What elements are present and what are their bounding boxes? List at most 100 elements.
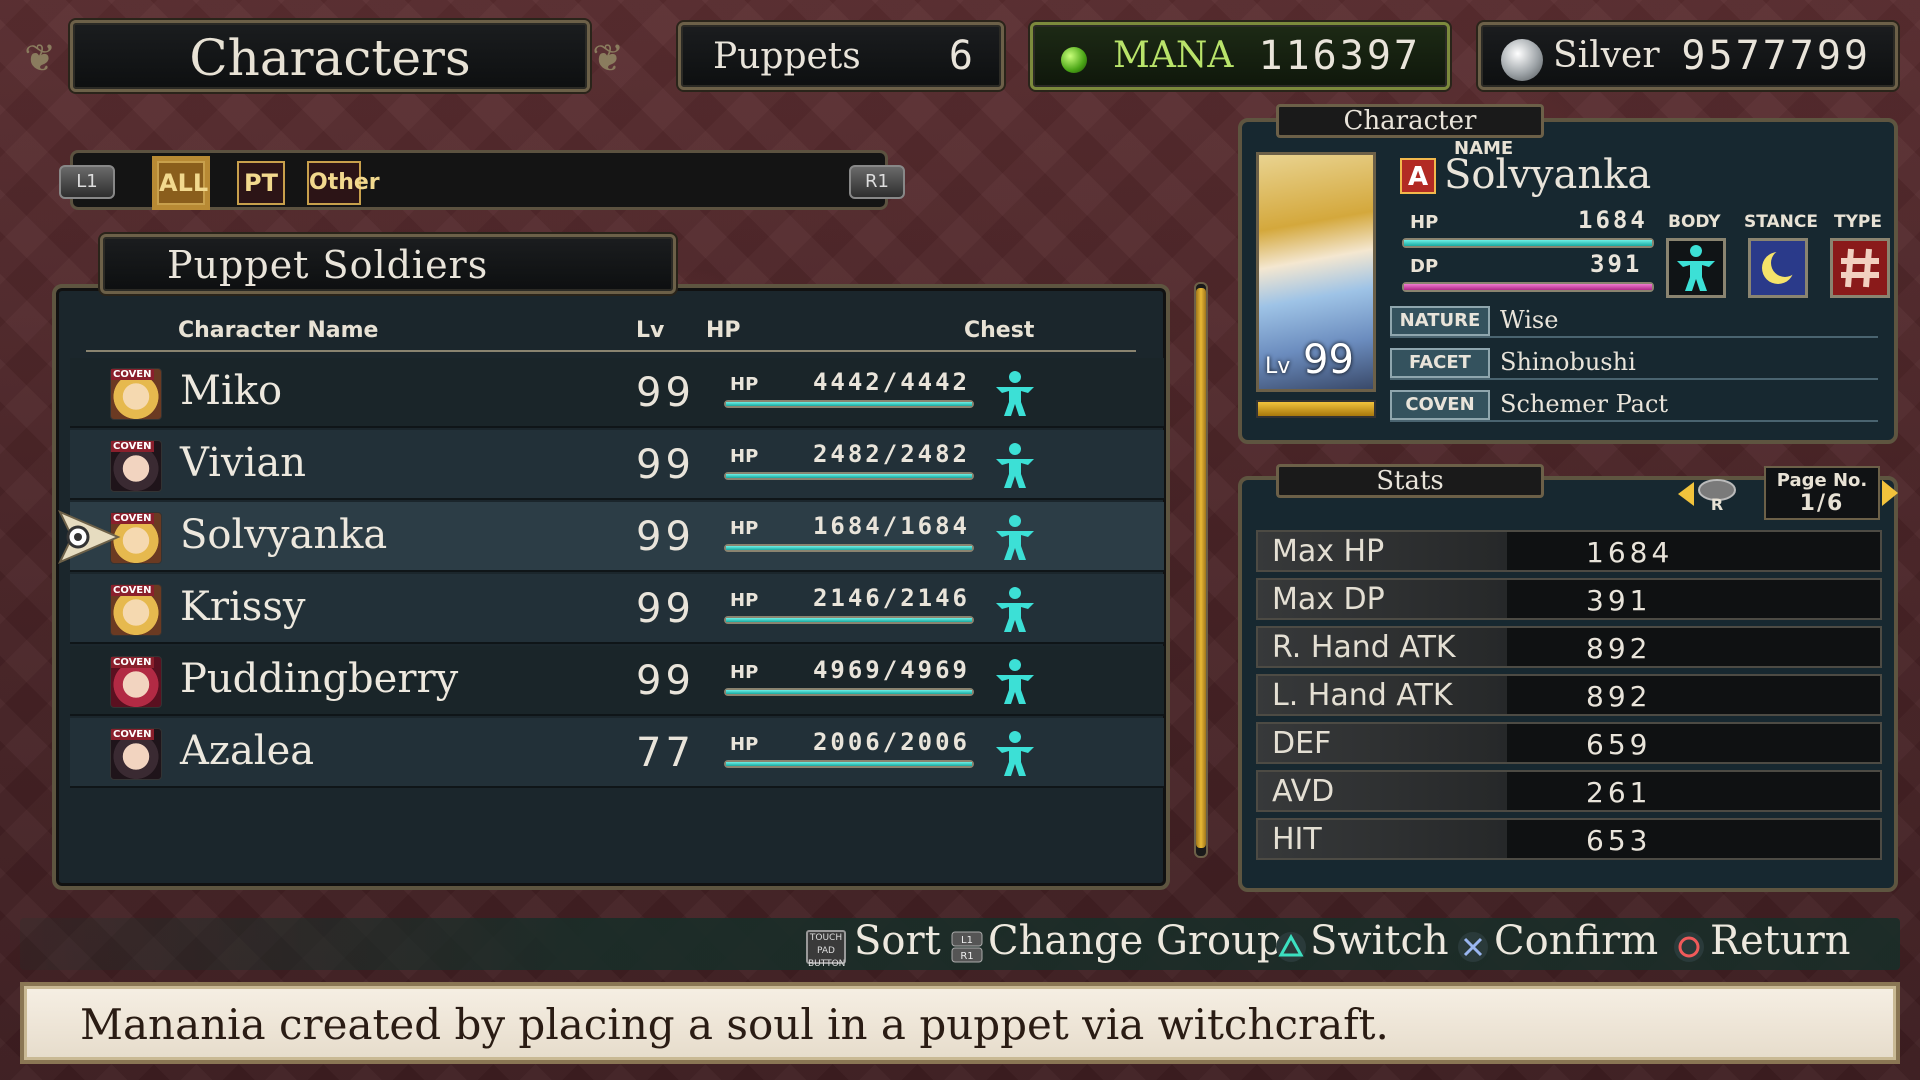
roster-scrollbar[interactable] (1190, 262, 1212, 878)
row-hp-label: HP (730, 662, 759, 683)
humanoid-figure-icon (1677, 245, 1715, 291)
hint-change-group[interactable]: Change Group (988, 918, 1283, 964)
tab-all[interactable]: ALL (157, 161, 208, 205)
row-hp-label: HP (730, 446, 759, 467)
row-hp-gauge: HP 4969/4969 (720, 656, 978, 704)
stat-label: HIT (1272, 822, 1322, 857)
stat-label: Max HP (1272, 534, 1385, 569)
stat-label: R. Hand ATK (1272, 630, 1456, 665)
stance-label: STANCE (1744, 212, 1818, 232)
row-hp-label: HP (730, 518, 759, 539)
table-row[interactable]: COVEN Puddingberry 99 HP 4969/4969 (70, 646, 1164, 716)
stat-value: 1684 (1586, 536, 1674, 569)
stats-panel-title: Stats (1276, 464, 1544, 498)
stat-row: R. Hand ATK 892 (1256, 626, 1882, 668)
table-row[interactable]: COVEN Vivian 99 HP 2482/2482 (70, 430, 1164, 500)
screen-title: Characters (189, 29, 471, 87)
stat-label: AVD (1272, 774, 1335, 809)
rank-a-icon: A (1400, 158, 1436, 194)
silver-label: Silver (1553, 35, 1660, 76)
row-level: 99 (636, 658, 695, 704)
row-hp-gauge: HP 4442/4442 (720, 368, 978, 416)
stat-value: 659 (1586, 728, 1652, 761)
character-portrait: Lv 99 (1256, 152, 1376, 392)
r1-button[interactable]: R1 (849, 165, 905, 199)
coven-badge: COVEN (111, 729, 154, 740)
row-hp-value: 2006/2006 (812, 728, 970, 756)
char-hp-bar (1402, 238, 1654, 248)
silver-coin-icon (1501, 39, 1543, 81)
group-tab-bar: L1 ALL PT Other R1 (59, 150, 905, 210)
stat-value: 892 (1586, 632, 1652, 665)
row-hp-gauge: HP 2006/2006 (720, 728, 978, 776)
scrollbar-thumb[interactable] (1196, 288, 1206, 848)
crescent-moon-icon (1751, 241, 1805, 295)
stat-row: L. Hand ATK 892 (1256, 674, 1882, 716)
hash-sign-icon (1833, 241, 1887, 295)
stat-row: HIT 653 (1256, 818, 1882, 860)
ornament-right-icon: ❦ (592, 36, 624, 80)
character-avatar: COVEN (110, 368, 162, 420)
selection-cursor-icon (57, 510, 121, 564)
row-character-name: Azalea (180, 728, 315, 774)
page-number-value: 1/6 (1799, 491, 1845, 516)
chest-figure-icon (996, 371, 1034, 416)
row-hp-bar (724, 472, 974, 480)
nature-label: NATURE (1390, 306, 1490, 336)
page-next-arrow-icon[interactable] (1880, 478, 1900, 512)
mana-label: MANA (1113, 35, 1234, 76)
coven-badge: COVEN (111, 441, 154, 452)
screen-title-plate: Characters (70, 20, 590, 92)
hint-switch[interactable]: Switch (1310, 918, 1449, 964)
page-switch-control[interactable]: R (1674, 474, 1760, 514)
row-hp-label: HP (730, 734, 759, 755)
hint-confirm[interactable]: Confirm (1494, 918, 1658, 964)
tab-other[interactable]: Other (307, 161, 380, 205)
char-dp-value: 391 (1590, 250, 1643, 278)
mana-counter: MANA 116397 (1030, 22, 1450, 90)
touchpad-button-icon: TOUCH PAD BUTTON (806, 930, 846, 969)
character-name: Solvyanka (1444, 152, 1652, 198)
mana-value: 116397 (1258, 33, 1421, 79)
row-hp-bar (724, 760, 974, 768)
description-box: Manania created by placing a soul in a p… (20, 982, 1900, 1064)
table-row[interactable]: COVEN Krissy 99 HP 2146/2146 (70, 574, 1164, 644)
puppets-counter: Puppets 6 (678, 22, 1004, 90)
stat-row: Max HP 1684 (1256, 530, 1882, 572)
stat-label: L. Hand ATK (1272, 678, 1453, 713)
type-box (1830, 238, 1890, 298)
tab-pt[interactable]: PT (237, 161, 285, 205)
char-hp-label: HP (1410, 212, 1439, 233)
row-hp-bar (724, 544, 974, 552)
row-level: 99 (636, 514, 695, 560)
nature-value: Wise (1500, 306, 1559, 334)
row-hp-gauge: HP 2482/2482 (720, 440, 978, 488)
table-row[interactable]: COVEN Miko 99 HP 4442/4442 (70, 358, 1164, 428)
row-hp-bar (724, 616, 974, 624)
coven-value: Schemer Pact (1500, 390, 1669, 418)
character-panel-title: Character (1276, 104, 1544, 138)
row-hp-value: 2482/2482 (812, 440, 970, 468)
char-dp-label: DP (1410, 256, 1439, 277)
column-character-name: Character Name (178, 318, 379, 343)
stat-row: DEF 659 (1256, 722, 1882, 764)
stat-label: DEF (1272, 726, 1332, 761)
stat-value: 391 (1586, 584, 1652, 617)
body-box (1666, 238, 1726, 298)
table-row[interactable]: COVEN Azalea 77 HP 2006/2006 (70, 718, 1164, 788)
row-hp-value: 2146/2146 (812, 584, 970, 612)
circle-button-icon (1672, 930, 1706, 964)
row-hp-value: 1684/1684 (812, 512, 970, 540)
hint-sort[interactable]: Sort (854, 918, 941, 964)
table-row[interactable]: COVEN Solvyanka 99 HP 1684/1684 (57, 502, 1164, 572)
page-button-label: R (1711, 495, 1723, 514)
nature-row: NATURE Wise (1390, 306, 1878, 338)
coven-badge: COVEN (111, 657, 154, 668)
page-arrows-icon: R (1678, 479, 1736, 514)
portrait-level: Lv 99 (1265, 337, 1354, 383)
l1-button[interactable]: L1 (59, 165, 115, 199)
hint-return[interactable]: Return (1710, 918, 1851, 964)
character-avatar: COVEN (110, 728, 162, 780)
chest-figure-icon (996, 731, 1034, 776)
puppets-value: 6 (948, 33, 973, 79)
